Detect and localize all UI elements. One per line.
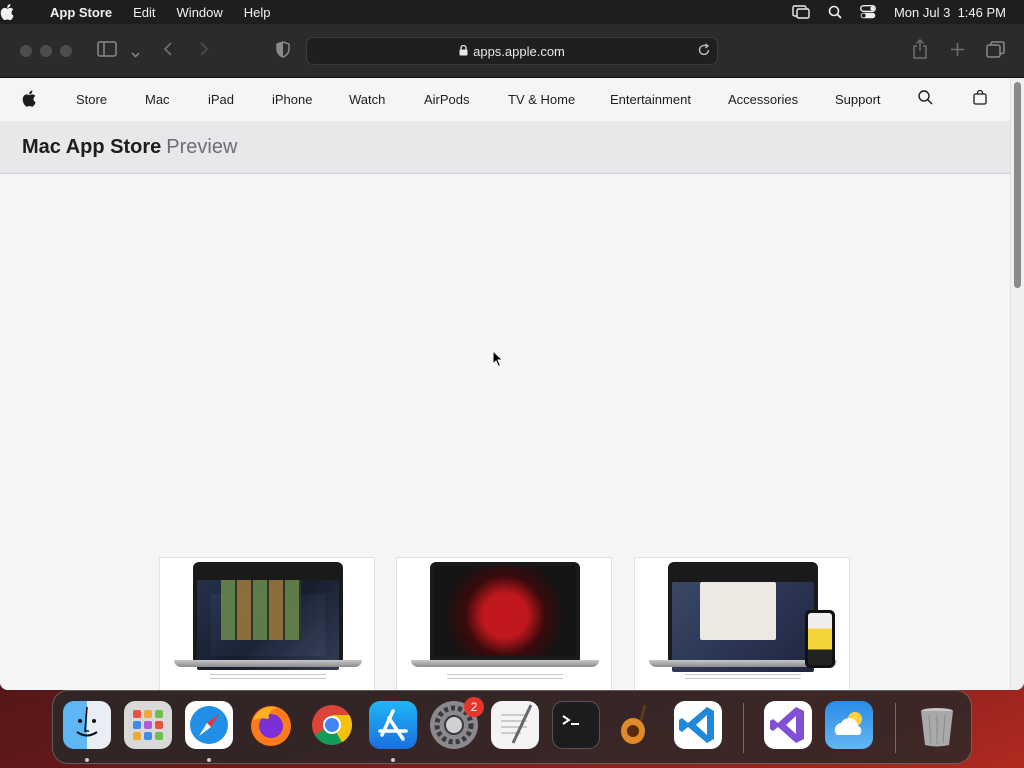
address-bar[interactable]: apps.apple.com [306, 37, 718, 65]
vscode-icon[interactable] [674, 701, 722, 749]
menu-bar: App Store Edit Window Help Mon Jul 3 1:4… [0, 0, 1024, 24]
tab-group-chevron-icon[interactable] [131, 45, 140, 63]
app-menu[interactable]: App Store [50, 5, 112, 20]
visual-studio-icon[interactable] [764, 701, 812, 749]
apple-global-nav: Store Mac iPad iPhone Watch AirPods TV &… [0, 78, 1010, 121]
weather-icon[interactable] [825, 701, 873, 749]
finder-icon[interactable] [63, 701, 111, 749]
share-icon[interactable] [912, 38, 928, 64]
dock-separator [743, 703, 744, 753]
nav-accessories[interactable]: Accessories [728, 92, 798, 107]
launchpad-icon[interactable] [124, 701, 172, 749]
shopping-bag-icon[interactable] [973, 89, 987, 108]
firefox-icon[interactable] [247, 701, 295, 749]
search-icon[interactable] [918, 90, 933, 108]
app-store-running-dot [391, 758, 395, 762]
screenshot-3[interactable] [634, 557, 850, 690]
new-tab-icon[interactable] [950, 42, 965, 62]
safari-icon[interactable] [185, 701, 233, 749]
screenshot-1[interactable] [159, 557, 375, 690]
minimize-window-button[interactable] [40, 44, 52, 57]
forward-icon[interactable] [199, 41, 209, 62]
chrome-icon[interactable] [308, 701, 356, 749]
scrollbar-thumb[interactable] [1014, 82, 1021, 288]
screenshot-2[interactable] [396, 557, 612, 690]
garageband-icon[interactable] [613, 701, 661, 749]
nav-entertainment[interactable]: Entertainment [610, 92, 691, 107]
page-content [0, 174, 1010, 690]
back-icon[interactable] [163, 41, 173, 62]
screenshot-caption [210, 672, 326, 680]
page-subtitle: Preview [166, 135, 238, 158]
menu-window[interactable]: Window [177, 5, 223, 20]
reload-icon[interactable] [697, 43, 711, 60]
vertical-scrollbar[interactable] [1010, 78, 1024, 690]
terminal-icon[interactable] [552, 701, 600, 749]
page-title: Mac App Store [22, 135, 162, 158]
nav-store[interactable]: Store [76, 92, 107, 107]
trash-icon[interactable] [913, 701, 961, 749]
laptop-image [411, 562, 599, 668]
laptop-image [174, 562, 362, 670]
menu-edit[interactable]: Edit [133, 5, 155, 20]
finder-running-dot [85, 758, 89, 762]
close-window-button[interactable] [20, 44, 32, 57]
url-text: apps.apple.com [473, 43, 565, 59]
apple-logo-icon[interactable] [22, 90, 36, 110]
privacy-shield-icon[interactable] [276, 41, 290, 63]
web-page: Store Mac iPad iPhone Watch AirPods TV &… [0, 78, 1010, 690]
window-controls [20, 44, 72, 57]
screenshot-caption [447, 672, 563, 680]
nav-mac[interactable]: Mac [145, 92, 170, 107]
browser-toolbar: apps.apple.com [0, 24, 1024, 78]
local-nav: Mac App Store Preview [0, 121, 1010, 174]
menu-help[interactable]: Help [244, 5, 271, 20]
nav-support[interactable]: Support [835, 92, 881, 107]
nav-tv-home[interactable]: TV & Home [508, 92, 575, 107]
notification-badge: 2 [464, 697, 484, 717]
tab-overview-icon[interactable] [986, 41, 1005, 63]
mouse-pointer-icon [492, 349, 504, 373]
nav-airpods[interactable]: AirPods [424, 92, 470, 107]
clock[interactable]: Mon Jul 3 1:46 PM [894, 5, 1006, 20]
spotlight-search-icon[interactable] [828, 5, 842, 19]
dock-separator [895, 703, 896, 753]
app-store-icon[interactable] [369, 701, 417, 749]
nav-iphone[interactable]: iPhone [272, 92, 312, 107]
zoom-window-button[interactable] [60, 44, 72, 57]
sidebar-toggle-icon[interactable] [97, 41, 117, 62]
phone-image [805, 610, 835, 668]
dock: 2 [52, 690, 972, 764]
lock-icon [459, 44, 468, 59]
nav-watch[interactable]: Watch [349, 92, 385, 107]
safari-running-dot [207, 758, 211, 762]
control-center-icon[interactable] [860, 5, 876, 19]
nav-ipad[interactable]: iPad [208, 92, 234, 107]
safari-window: apps.apple.com Store Mac iPad iPhone Wat… [0, 24, 1024, 690]
clock-time: 1:46 PM [957, 4, 1006, 20]
screen-mirroring-icon[interactable] [792, 5, 810, 19]
textedit-icon[interactable] [491, 701, 539, 749]
apple-menu-icon[interactable] [0, 4, 50, 20]
clock-date: Mon Jul 3 [893, 4, 951, 20]
screenshot-caption [685, 672, 801, 680]
